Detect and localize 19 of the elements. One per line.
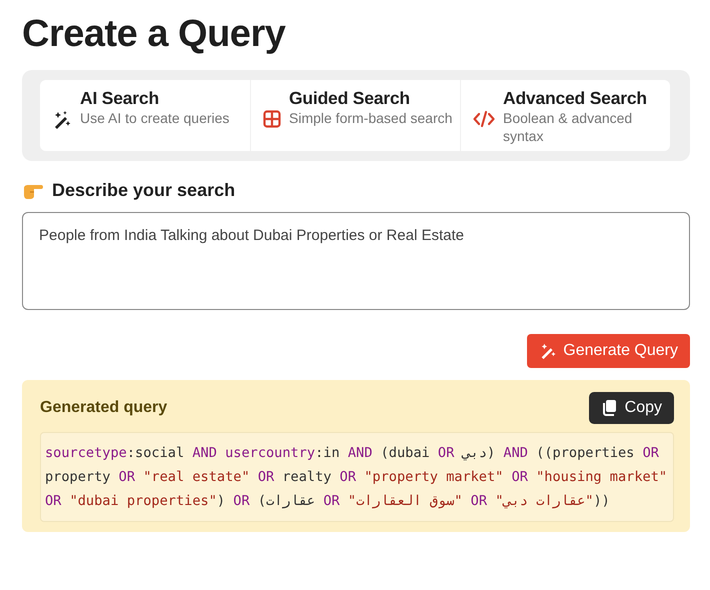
mode-title: Advanced Search (503, 88, 648, 109)
page-title: Create a Query (22, 12, 286, 57)
search-mode-tab[interactable]: AI Search Use AI to create queries (40, 80, 250, 151)
magic-wand-icon (539, 342, 558, 360)
mode-description: Use AI to create queries (80, 108, 230, 127)
copy-icon (600, 398, 617, 417)
search-mode-tab[interactable]: Advanced Search Boolean & advanced syntax (460, 80, 670, 151)
mode-title: Guided Search (289, 88, 411, 109)
section-label: Describe your search (52, 178, 236, 202)
grid-icon (263, 110, 281, 128)
copy-button[interactable]: Copy (588, 392, 674, 424)
result-heading: Generated query (40, 398, 168, 418)
code-icon (473, 110, 495, 128)
mode-description: Boolean & advanced syntax (503, 108, 634, 145)
generate-query-button[interactable]: Generate Query (527, 334, 690, 368)
mode-description: Simple form-based search (289, 108, 452, 127)
search-mode-tab[interactable]: Guided Search Simple form-based search (250, 80, 460, 151)
mode-title: AI Search (80, 88, 160, 109)
search-description-field[interactable]: People from India Talking about Dubai Properties or Real Estate (22, 212, 690, 310)
